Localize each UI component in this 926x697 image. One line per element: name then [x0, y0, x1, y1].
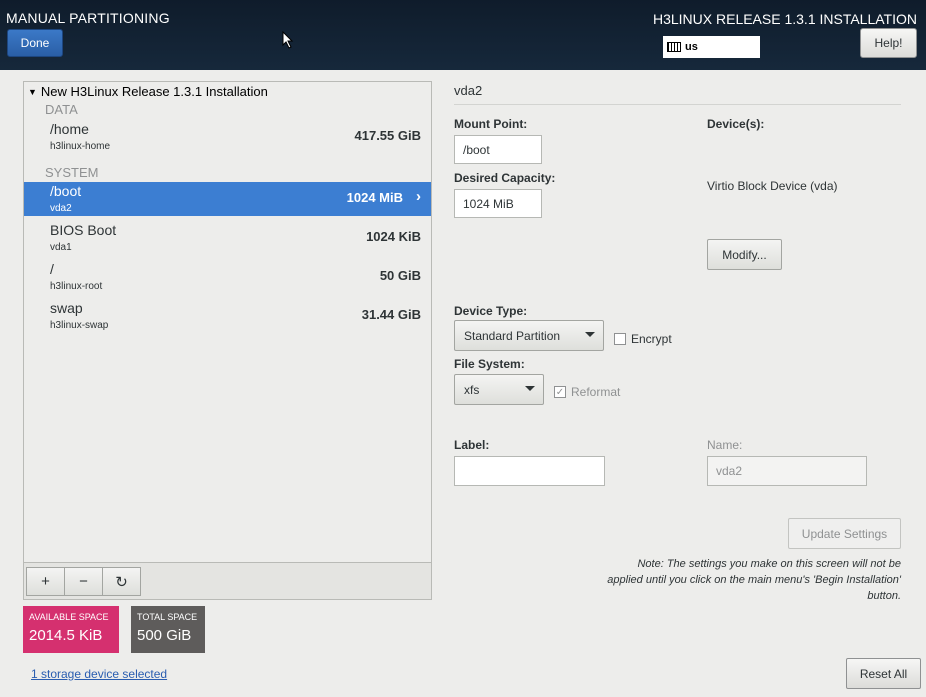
reformat-label: Reformat — [571, 385, 621, 399]
name-field-label: Name: — [707, 438, 743, 452]
update-settings-button[interactable]: Update Settings — [788, 518, 901, 549]
settings-note: Note: The settings you make on this scre… — [607, 558, 901, 602]
remove-partition-button[interactable]: − — [64, 567, 103, 596]
refresh-button[interactable]: ↻ — [102, 567, 141, 596]
reset-all-button[interactable]: Reset All — [846, 658, 921, 689]
partition-row[interactable]: BIOS Boot vda1 1024 KiB — [24, 221, 431, 255]
partition-size: 417.55 GiB — [354, 128, 422, 143]
file-system-value: xfs — [464, 382, 480, 397]
desired-capacity-field[interactable]: 1024 MiB — [454, 189, 542, 218]
partition-tree-panel: ▼ New H3Linux Release 1.3.1 Installation… — [23, 81, 432, 600]
page-title: MANUAL PARTITIONING — [6, 10, 170, 26]
total-space-box: TOTAL SPACE 500 GiB — [131, 606, 205, 653]
file-system-label: File System: — [454, 357, 525, 371]
devices-label: Device(s): — [707, 117, 765, 131]
partition-device: vda2 — [50, 203, 72, 214]
total-space-value: 500 GiB — [137, 627, 192, 644]
partition-name: /boot — [50, 183, 82, 199]
file-system-dropdown[interactable]: xfs — [454, 374, 544, 405]
partition-name: / — [50, 261, 54, 277]
mount-point-label: Mount Point: — [454, 117, 528, 131]
partition-row[interactable]: swap h3linux-swap 31.44 GiB — [24, 299, 431, 333]
partition-size: 31.44 GiB — [361, 307, 421, 322]
device-type-dropdown[interactable]: Standard Partition — [454, 320, 604, 351]
partition-name: swap — [50, 300, 83, 316]
name-input[interactable]: vda2 — [707, 456, 867, 486]
group-label-data: DATA — [45, 102, 78, 117]
installation-tree-header[interactable]: ▼ New H3Linux Release 1.3.1 Installation — [28, 84, 268, 99]
partition-size: 50 GiB — [379, 268, 421, 283]
label-field-label: Label: — [454, 438, 490, 452]
help-button[interactable]: Help! — [860, 28, 917, 58]
encrypt-label: Encrypt — [631, 332, 672, 346]
chevron-right-icon: › — [416, 188, 421, 205]
partition-toolbar: + − ↻ — [24, 562, 431, 599]
dropdown-arrow-icon — [585, 332, 595, 337]
total-space-label: TOTAL SPACE — [137, 612, 198, 622]
partition-device: h3linux-home — [50, 141, 111, 152]
expand-triangle-icon: ▼ — [28, 86, 37, 97]
partition-device: h3linux-root — [50, 281, 103, 292]
selected-partition-title: vda2 — [454, 83, 483, 98]
checkbox-checked-icon: ✓ — [554, 386, 566, 398]
divider — [454, 104, 901, 105]
mount-point-field[interactable]: /boot — [454, 135, 542, 164]
available-space-label: AVAILABLE SPACE — [29, 612, 109, 622]
add-partition-button[interactable]: + — [26, 567, 65, 596]
checkbox-box — [614, 333, 626, 345]
keyboard-icon — [667, 42, 681, 52]
keyboard-layout-label: us — [685, 41, 698, 53]
partition-name: /home — [50, 121, 89, 137]
available-space-value: 2014.5 KiB — [29, 627, 103, 644]
partition-row[interactable]: / h3linux-root 50 GiB — [24, 260, 431, 294]
storage-devices-link[interactable]: 1 storage device selected — [31, 667, 167, 681]
partition-name: BIOS Boot — [50, 222, 117, 238]
label-input[interactable] — [454, 456, 605, 486]
available-space-box: AVAILABLE SPACE 2014.5 KiB — [23, 606, 119, 653]
encrypt-checkbox[interactable]: Encrypt — [614, 332, 672, 346]
partition-row-selected[interactable]: /boot vda2 1024 MiB › — [24, 182, 431, 216]
keyboard-layout-indicator[interactable]: us — [663, 36, 760, 58]
partition-size: 1024 KiB — [366, 229, 421, 244]
header-bar: MANUAL PARTITIONING Done H3LINUX RELEASE… — [0, 0, 926, 70]
partition-device: h3linux-swap — [50, 320, 109, 331]
reformat-checkbox[interactable]: ✓ Reformat — [554, 385, 620, 399]
release-title: H3LINUX RELEASE 1.3.1 INSTALLATION — [652, 11, 917, 27]
installation-title: New H3Linux Release 1.3.1 Installation — [40, 84, 268, 99]
device-type-label: Device Type: — [454, 304, 528, 318]
group-label-system: SYSTEM — [45, 165, 99, 180]
device-type-value: Standard Partition — [464, 328, 561, 343]
done-button[interactable]: Done — [7, 29, 63, 57]
device-name: Virtio Block Device (vda) — [707, 179, 838, 193]
desired-capacity-label: Desired Capacity: — [454, 171, 556, 185]
partition-size: 1024 MiB — [346, 190, 403, 205]
modify-button[interactable]: Modify... — [707, 239, 782, 270]
dropdown-arrow-icon — [525, 386, 535, 391]
mouse-cursor-icon — [282, 31, 294, 49]
partition-device: vda1 — [50, 242, 72, 253]
partition-row[interactable]: /home h3linux-home 417.55 GiB — [24, 120, 431, 154]
